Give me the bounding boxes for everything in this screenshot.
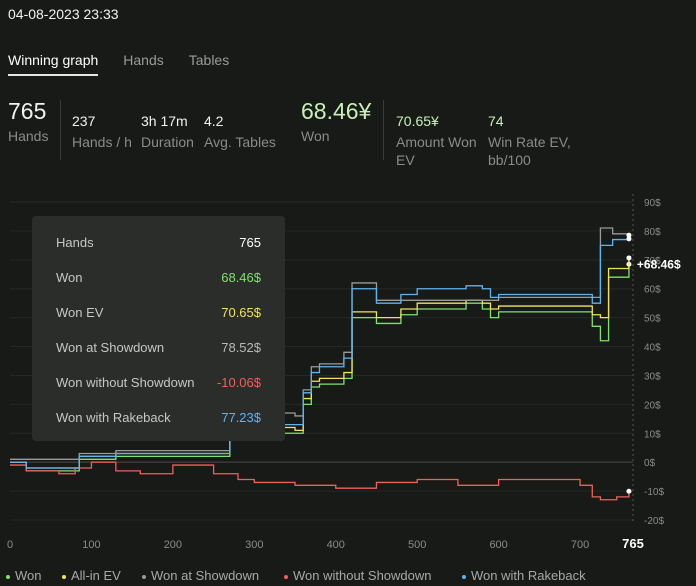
stats-divider xyxy=(383,100,384,160)
tab-hands[interactable]: Hands xyxy=(123,52,163,76)
stat-amount-won-ev-label-line2: EV xyxy=(396,152,415,168)
chart-tooltip: Hands 765 Won 68.46$ Won EV 70.65$ Won at S… xyxy=(32,216,285,441)
stat-won-label: Won xyxy=(301,128,330,144)
tooltip-value: 78.52$ xyxy=(221,340,261,355)
session-stats: 765 Hands 237 Hands / h 3h 17m Duration … xyxy=(0,98,696,170)
y-tick-label: -20$ xyxy=(644,516,664,527)
x-tick-label: 200 xyxy=(164,539,182,550)
tooltip-key: Hands xyxy=(56,235,94,250)
y-tick-label: -10$ xyxy=(644,487,664,498)
stat-win-rate-ev: 74 Win Rate EV, bb/100 xyxy=(488,113,571,169)
x-end-label: 765 xyxy=(622,536,644,550)
tooltip-value: 70.65$ xyxy=(221,305,261,320)
stat-avg-tables: 4.2 Avg. Tables xyxy=(204,113,276,151)
tooltip-value: -10.06$ xyxy=(216,375,261,390)
tooltip-value: 68.46$ xyxy=(221,270,261,285)
x-tick-label: 100 xyxy=(82,539,100,550)
series-end-marker xyxy=(626,488,632,494)
view-tabs: Winning graph Hands Tables xyxy=(8,52,254,76)
stat-hands-per-hour-label: Hands / h xyxy=(72,134,132,150)
legend-label: Won at Showdown xyxy=(151,568,260,583)
legend-label: Won without Showdown xyxy=(293,568,432,583)
y-tick-label: 90$ xyxy=(644,198,661,209)
y-tick-label: 0$ xyxy=(644,458,656,469)
tooltip-row-won-without-showdown: Won without Showdown -10.06$ xyxy=(56,375,261,390)
legend-dot-icon xyxy=(462,574,466,579)
x-tick-label: 0 xyxy=(7,539,13,550)
stat-hands-per-hour-value: 237 xyxy=(72,113,96,129)
tooltip-key: Won EV xyxy=(56,305,104,320)
stat-win-rate-ev-value: 74 xyxy=(488,113,504,129)
tooltip-row-won-at-showdown: Won at Showdown 78.52$ xyxy=(56,340,261,355)
tooltip-value: 765 xyxy=(239,235,261,250)
stat-amount-won-ev: 70.65¥ Amount Won EV xyxy=(396,113,477,169)
stat-win-rate-ev-label-line2: bb/100 xyxy=(488,152,531,168)
stat-win-rate-ev-label: Win Rate EV, bb/100 xyxy=(488,133,571,169)
y-tick-label: 10$ xyxy=(644,429,661,440)
y-tick-label: 40$ xyxy=(644,343,661,354)
stat-duration: 3h 17m Duration xyxy=(141,113,194,151)
x-tick-label: 400 xyxy=(327,539,345,550)
stat-hands-per-hour: 237 Hands / h xyxy=(72,113,132,151)
stat-won: 68.46¥ Won xyxy=(301,98,371,145)
legend-dot-icon xyxy=(284,574,288,579)
stat-hands-value: 765 xyxy=(8,98,47,124)
legend-item-won[interactable]: Won xyxy=(6,568,42,583)
tooltip-key: Won without Showdown xyxy=(56,375,195,390)
stats-divider xyxy=(60,100,61,160)
series-end-marker xyxy=(626,255,632,261)
stat-amount-won-ev-label: Amount Won EV xyxy=(396,133,477,169)
stat-amount-won-ev-value: 70.65¥ xyxy=(396,113,439,129)
stat-avg-tables-label: Avg. Tables xyxy=(204,134,276,150)
tab-winning-graph[interactable]: Winning graph xyxy=(8,52,99,76)
tab-tables[interactable]: Tables xyxy=(189,52,229,76)
x-tick-label: 300 xyxy=(245,539,263,550)
stat-won-value: 68.46¥ xyxy=(301,98,372,124)
stat-duration-value: 3h 17m xyxy=(141,113,188,129)
legend-dot-icon xyxy=(6,574,10,579)
stat-hands: 765 Hands xyxy=(8,98,48,145)
y-tick-label: 20$ xyxy=(644,400,661,411)
stat-amount-won-ev-label-line1: Amount Won xyxy=(396,134,477,150)
legend-item-won-at-showdown[interactable]: Won at Showdown xyxy=(142,568,259,583)
x-tick-label: 700 xyxy=(571,539,589,550)
legend-dot-icon xyxy=(142,574,146,579)
legend-item-won-with-rakeback[interactable]: Won with Rakeback xyxy=(462,568,586,583)
session-datetime: 04-08-2023 23:33 xyxy=(8,6,119,22)
y-tick-label: 30$ xyxy=(644,371,661,382)
tooltip-key: Won with Rakeback xyxy=(56,410,171,425)
stat-hands-label: Hands xyxy=(8,128,49,144)
tooltip-row-won: Won 68.46$ xyxy=(56,270,261,285)
legend-label: Won with Rakeback xyxy=(471,568,586,583)
x-tick-label: 500 xyxy=(408,539,426,550)
won-end-label: +68.46$ xyxy=(637,257,681,271)
tooltip-row-won-with-rakeback: Won with Rakeback 77.23$ xyxy=(56,410,261,425)
stat-duration-label: Duration xyxy=(141,134,194,150)
tooltip-key: Won xyxy=(56,270,83,285)
stat-avg-tables-value: 4.2 xyxy=(204,113,224,129)
tooltip-row-won-ev: Won EV 70.65$ xyxy=(56,305,261,320)
x-tick-label: 600 xyxy=(489,539,507,550)
y-tick-label: 80$ xyxy=(644,227,661,238)
tooltip-key: Won at Showdown xyxy=(56,340,165,355)
legend-item-won-without-showdown[interactable]: Won without Showdown xyxy=(284,568,432,583)
stat-win-rate-ev-label-line1: Win Rate EV, xyxy=(488,134,571,150)
y-tick-label: 50$ xyxy=(644,314,661,325)
legend-label: Won xyxy=(15,568,42,583)
series-line-won-without-showdown xyxy=(10,461,630,501)
series-end-marker xyxy=(626,236,632,242)
legend-label: All-in EV xyxy=(71,568,121,583)
legend-item-all-in-ev[interactable]: All-in EV xyxy=(62,568,121,583)
tooltip-row-hands: Hands 765 xyxy=(56,235,261,250)
legend-dot-icon xyxy=(62,574,66,579)
tooltip-value: 77.23$ xyxy=(221,410,261,425)
y-tick-label: 60$ xyxy=(644,285,661,296)
